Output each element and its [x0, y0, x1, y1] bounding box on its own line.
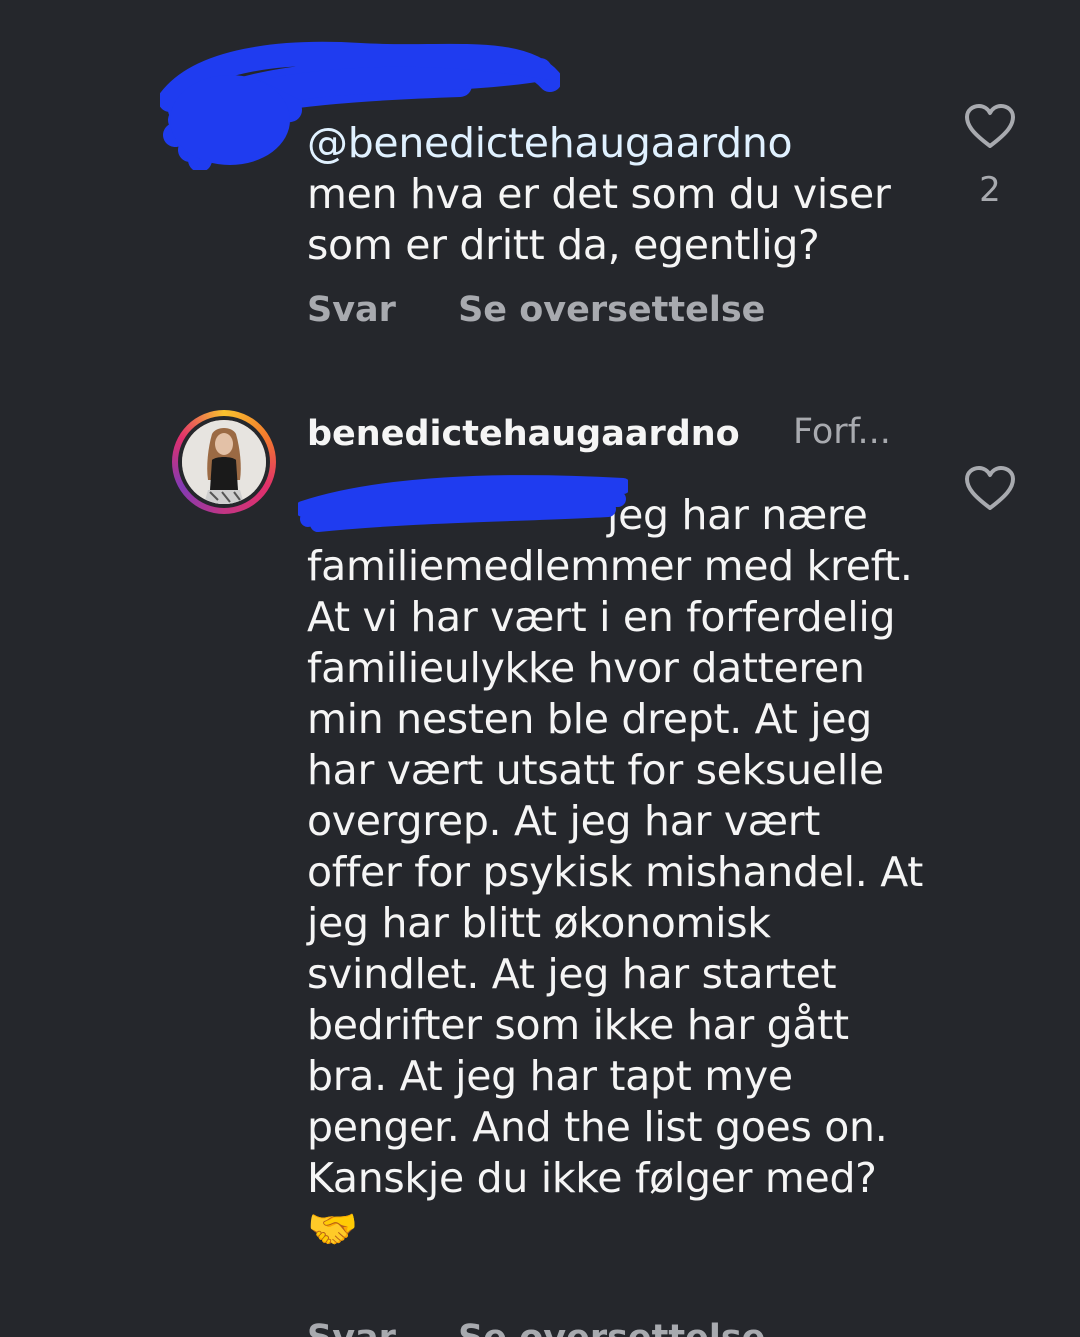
like-count: 2 — [979, 170, 1001, 210]
comment-2-text: jeg har nære familiemedlemmer med kreft.… — [307, 491, 923, 1253]
redaction-scribble — [298, 475, 628, 532]
heart-outline-icon[interactable] — [964, 104, 1016, 150]
comment-1-body: @benedictehaugaardno men hva er det som … — [307, 118, 927, 271]
author-badge: Forf... — [793, 412, 891, 452]
heart-outline-icon[interactable] — [964, 466, 1016, 512]
comment-2-actions: Svar Se oversettelse — [307, 1318, 765, 1337]
avatar-photo — [182, 420, 266, 504]
reply-button[interactable]: Svar — [307, 1318, 396, 1337]
comment-1-text: men hva er det som du viser som er dritt… — [307, 170, 891, 269]
reply-button[interactable]: Svar — [307, 290, 396, 330]
avatar[interactable] — [172, 410, 276, 514]
mention-link[interactable]: @benedictehaugaardno — [307, 119, 793, 167]
comment-1-actions: Svar Se oversettelse — [307, 290, 815, 330]
see-translation-button[interactable]: Se oversettelse — [458, 290, 765, 330]
avatar-figure — [182, 420, 266, 504]
comment-username[interactable]: benedictehaugaardno — [307, 414, 740, 454]
see-translation-button[interactable]: Se oversettelse — [458, 1318, 765, 1337]
